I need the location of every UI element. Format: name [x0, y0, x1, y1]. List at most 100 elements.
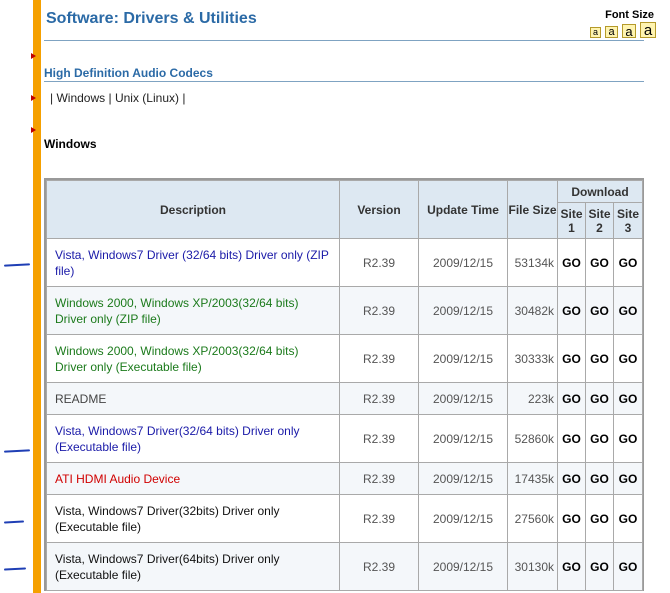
go-site-2-button[interactable]: GO [585, 286, 614, 335]
go-site-3-button[interactable]: GO [612, 542, 644, 591]
row-update-time: 2009/12/15 [418, 494, 508, 543]
font-size-largest-button[interactable]: a [640, 22, 656, 38]
row-version: R2.39 [339, 542, 419, 591]
go-site-2-button[interactable]: GO [585, 542, 614, 591]
go-site-3-button[interactable]: GO [612, 238, 644, 287]
column-header-site-3: Site 3 [612, 202, 644, 239]
driver-link[interactable]: Vista, Windows7 Driver(64bits) Driver on… [55, 552, 280, 582]
os-links: | Windows | Unix (Linux) | [50, 91, 185, 105]
row-file-size: 30333k [507, 334, 558, 383]
row-description: Vista, Windows7 Driver(64bits) Driver on… [46, 542, 340, 591]
table-row: README R2.39 2009/12/15 223k GO GO GO [46, 382, 644, 415]
go-site-3-button[interactable]: GO [612, 462, 644, 495]
font-size-buttons: a a a a [576, 22, 656, 38]
go-site-2-button[interactable]: GO [585, 494, 614, 543]
font-size-small-button[interactable]: a [605, 26, 618, 38]
column-header-version: Version [339, 180, 419, 239]
go-site-1-button[interactable]: GO [557, 334, 586, 383]
os-link-unix[interactable]: Unix (Linux) [115, 91, 179, 105]
accent-bar [33, 0, 41, 593]
row-version: R2.39 [339, 238, 419, 287]
column-header-site-1: Site 1 [557, 202, 586, 239]
page-title: Software: Drivers & Utilities [46, 10, 257, 27]
table-row: Vista, Windows7 Driver(32bits) Driver on… [46, 494, 644, 543]
row-file-size: 17435k [507, 462, 558, 495]
go-site-1-button[interactable]: GO [557, 382, 586, 415]
font-size-large-button[interactable]: a [622, 24, 636, 38]
row-update-time: 2009/12/15 [418, 414, 508, 463]
row-version: R2.39 [339, 286, 419, 335]
row-file-size: 223k [507, 382, 558, 415]
table-row: Windows 2000, Windows XP/2003(32/64 bits… [46, 286, 644, 335]
row-file-size: 30130k [507, 542, 558, 591]
row-update-time: 2009/12/15 [418, 238, 508, 287]
os-separator: | [50, 91, 54, 105]
readme-link[interactable]: README [55, 392, 106, 406]
column-header-description: Description [46, 180, 340, 239]
driver-link[interactable]: ATI HDMI Audio Device [55, 472, 180, 486]
windows-heading: Windows [44, 137, 97, 151]
downloads-table: Description Version Update Time File Siz… [46, 180, 644, 591]
go-site-2-button[interactable]: GO [585, 238, 614, 287]
title-divider [44, 40, 644, 41]
section-heading: High Definition Audio Codecs [44, 66, 213, 80]
column-header-site-2: Site 2 [585, 202, 614, 239]
row-version: R2.39 [339, 462, 419, 495]
table-row: Vista, Windows7 Driver(64bits) Driver on… [46, 542, 644, 591]
go-site-1-button[interactable]: GO [557, 462, 586, 495]
section-divider [44, 81, 644, 82]
row-update-time: 2009/12/15 [418, 286, 508, 335]
row-version: R2.39 [339, 334, 419, 383]
row-description: Vista, Windows7 Driver(32/64 bits) Drive… [46, 414, 340, 463]
downloads-table-frame: Description Version Update Time File Siz… [44, 178, 644, 591]
go-site-3-button[interactable]: GO [612, 414, 644, 463]
go-site-1-button[interactable]: GO [557, 494, 586, 543]
go-site-3-button[interactable]: GO [612, 382, 644, 415]
os-separator: | [108, 91, 112, 105]
column-header-download: Download [556, 180, 644, 203]
driver-link[interactable]: Vista, Windows7 Driver(32/64 bits) Drive… [55, 424, 300, 454]
os-link-windows[interactable]: Windows [56, 91, 105, 105]
go-site-2-button[interactable]: GO [585, 334, 614, 383]
row-description: README [46, 382, 340, 415]
row-description: Vista, Windows7 Driver (32/64 bits) Driv… [46, 238, 340, 287]
go-site-1-button[interactable]: GO [557, 286, 586, 335]
nav-arrow-icon [31, 127, 36, 133]
go-site-2-button[interactable]: GO [585, 462, 614, 495]
go-site-1-button[interactable]: GO [557, 542, 586, 591]
row-update-time: 2009/12/15 [418, 542, 508, 591]
nav-arrow-icon [31, 95, 36, 101]
row-description: Windows 2000, Windows XP/2003(32/64 bits… [46, 334, 340, 383]
table-row: Windows 2000, Windows XP/2003(32/64 bits… [46, 334, 644, 383]
row-update-time: 2009/12/15 [418, 462, 508, 495]
go-site-2-button[interactable]: GO [585, 382, 614, 415]
go-site-1-button[interactable]: GO [557, 238, 586, 287]
nav-arrow-icon [31, 53, 36, 59]
driver-link[interactable]: Vista, Windows7 Driver (32/64 bits) Driv… [55, 248, 329, 278]
table-row: ATI HDMI Audio Device R2.39 2009/12/15 1… [46, 462, 644, 495]
os-separator: | [182, 91, 186, 105]
row-version: R2.39 [339, 494, 419, 543]
driver-link[interactable]: Vista, Windows7 Driver(32bits) Driver on… [55, 504, 280, 534]
row-version: R2.39 [339, 414, 419, 463]
table-row: Vista, Windows7 Driver (32/64 bits) Driv… [46, 238, 644, 287]
row-description: ATI HDMI Audio Device [46, 462, 340, 495]
driver-link[interactable]: Windows 2000, Windows XP/2003(32/64 bits… [55, 296, 298, 326]
font-size-smallest-button[interactable]: a [590, 27, 601, 38]
font-size-label: Font Size [605, 9, 654, 21]
driver-link[interactable]: Windows 2000, Windows XP/2003(32/64 bits… [55, 344, 298, 374]
row-description: Vista, Windows7 Driver(32bits) Driver on… [46, 494, 340, 543]
table-row: Vista, Windows7 Driver(32/64 bits) Drive… [46, 414, 644, 463]
row-version: R2.39 [339, 382, 419, 415]
go-site-1-button[interactable]: GO [557, 414, 586, 463]
go-site-3-button[interactable]: GO [612, 494, 644, 543]
font-size-widget: Font Size a a a a [576, 9, 656, 38]
row-description: Windows 2000, Windows XP/2003(32/64 bits… [46, 286, 340, 335]
go-site-3-button[interactable]: GO [612, 334, 644, 383]
row-update-time: 2009/12/15 [418, 382, 508, 415]
go-site-3-button[interactable]: GO [612, 286, 644, 335]
column-header-file-size: File Size [507, 180, 558, 239]
row-file-size: 27560k [507, 494, 558, 543]
go-site-2-button[interactable]: GO [585, 414, 614, 463]
row-file-size: 53134k [507, 238, 558, 287]
